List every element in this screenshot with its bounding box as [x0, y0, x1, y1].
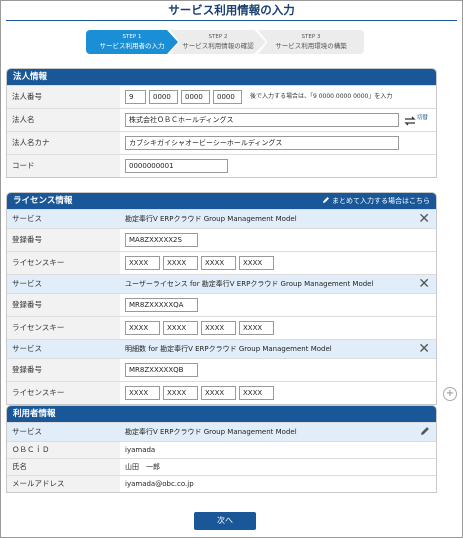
license-key-row-2: ライセンスキー XXXX XXXX XXXX XXXX: [7, 316, 436, 339]
license-reg-label: 登録番号: [12, 365, 42, 374]
license-key-3-2[interactable]: XXXX: [163, 386, 198, 400]
user-obcid-label: ＯＢＣｉＤ: [12, 445, 50, 454]
edit-pencil-icon[interactable]: [420, 426, 430, 436]
step-3: STEP 3 サービス利用環境の構築: [258, 30, 364, 54]
corp-number-note: 後で入力する場合は、「9 0000 0000 0000」を入力: [250, 93, 393, 100]
license-service-label: サービス: [12, 344, 42, 353]
license-service-name-2: ユーザーライセンス for 勘定奉行V ERPクラウド Group Manage…: [125, 280, 374, 288]
user-obcid-row: ＯＢＣｉＤ iyamada: [7, 441, 436, 458]
license-service-name-1: 勘定奉行V ERPクラウド Group Management Model: [125, 215, 297, 223]
title-divider: [6, 20, 457, 21]
bulk-entry-link[interactable]: まとめて入力する場合はこちら: [322, 193, 430, 209]
license-key-1-1[interactable]: XXXX: [125, 256, 160, 270]
user-service-label: サービス: [12, 427, 42, 436]
license-reg-input-3[interactable]: MR8ZXXXXXQB: [125, 363, 198, 377]
corp-name-input[interactable]: 株式会社ＯＢＣホールディングス: [125, 113, 399, 127]
swap-button[interactable]: 切替: [404, 113, 434, 129]
user-info-section: 利用者情報 サービス 勘定奉行V ERPクラウド Group Managemen…: [6, 405, 437, 493]
license-key-row-1: ライセンスキー XXXX XXXX XXXX XXXX: [7, 251, 436, 274]
license-service-label: サービス: [12, 214, 42, 223]
license-reg-input-2[interactable]: MR8ZXXXXXQA: [125, 298, 198, 312]
license-reg-row-2: 登録番号 MR8ZXXXXXQA: [7, 293, 436, 316]
user-email-row: メールアドレス iyamada@obc.co.jp: [7, 475, 436, 492]
corp-number-row: 法人番号 9 0000 0000 0000 後で入力する場合は、「9 0000 …: [7, 85, 436, 108]
swap-label: 切替: [417, 115, 429, 121]
swap-icon: [404, 116, 416, 126]
license-key-3-3[interactable]: XXXX: [201, 386, 236, 400]
remove-license-2-icon[interactable]: ✕: [418, 276, 430, 292]
user-service-row: サービス 勘定奉行V ERPクラウド Group Management Mode…: [7, 422, 436, 441]
license-service-row-1: サービス 勘定奉行V ERPクラウド Group Management Mode…: [7, 209, 436, 228]
step-3-label: サービス利用環境の構築: [275, 42, 347, 50]
license-reg-input-1[interactable]: MA8ZXXXXX2S: [125, 233, 198, 247]
corp-info-section: 法人情報 法人番号 9 0000 0000 0000 後で入力する場合は、「9 …: [6, 68, 437, 178]
step-indicator: STEP 1 サービス利用者の入力 STEP 2 サービス利用情報の確認 STE…: [86, 30, 364, 54]
license-key-2-1[interactable]: XXXX: [125, 321, 160, 335]
license-key-label: ライセンスキー: [12, 323, 65, 332]
corp-number-input-3[interactable]: 0000: [181, 90, 210, 104]
license-key-2-2[interactable]: XXXX: [163, 321, 198, 335]
user-email-value: iyamada@obc.co.jp: [125, 480, 194, 488]
license-service-row-2: サービス ユーザーライセンス for 勘定奉行V ERPクラウド Group M…: [7, 274, 436, 293]
user-email-label: メールアドレス: [12, 479, 65, 488]
license-key-2-4[interactable]: XXXX: [239, 321, 274, 335]
license-key-3-4[interactable]: XXXX: [239, 386, 274, 400]
license-key-label: ライセンスキー: [12, 388, 65, 397]
license-service-name-3: 明細数 for 勘定奉行V ERPクラウド Group Management M…: [125, 345, 332, 353]
corp-number-input-1[interactable]: 9: [125, 90, 146, 104]
next-button[interactable]: 次へ: [194, 512, 256, 530]
license-info-header: ライセンス情報 まとめて入力する場合はこちら: [7, 193, 436, 209]
user-obcid-value: iyamada: [125, 446, 156, 454]
remove-license-1-icon[interactable]: ✕: [418, 211, 430, 227]
license-info-title: ライセンス情報: [13, 196, 73, 206]
corp-number-label: 法人番号: [12, 92, 42, 101]
user-service-value: 勘定奉行V ERPクラウド Group Management Model: [125, 428, 297, 436]
user-name-value: 山田 一郎: [125, 463, 160, 471]
corp-kana-input[interactable]: カブシキガイシャオービーシーホールディングス: [125, 136, 399, 150]
corp-kana-row: 法人名カナ カブシキガイシャオービーシーホールディングス: [7, 131, 436, 154]
pencil-icon: [322, 197, 329, 203]
corp-kana-label: 法人名カナ: [12, 138, 50, 147]
user-name-row: 氏名 山田 一郎: [7, 458, 436, 475]
license-info-section: ライセンス情報 まとめて入力する場合はこちら サービス 勘定奉行V ERPクラウ…: [6, 192, 437, 405]
bulk-entry-label: まとめて入力する場合はこちら: [332, 197, 430, 205]
license-key-row-3: ライセンスキー XXXX XXXX XXXX XXXX: [7, 381, 436, 404]
corp-number-input-4[interactable]: 0000: [213, 90, 242, 104]
license-key-1-2[interactable]: XXXX: [163, 256, 198, 270]
corp-name-row: 法人名 株式会社ＯＢＣホールディングス 切替: [7, 108, 436, 131]
step-1: STEP 1 サービス利用者の入力: [86, 30, 178, 54]
corp-code-row: コード 0000000001: [7, 154, 436, 177]
license-key-1-4[interactable]: XXXX: [239, 256, 274, 270]
license-reg-row-3: 登録番号 MR8ZXXXXXQB: [7, 358, 436, 381]
step-2-number: STEP 2: [208, 34, 228, 40]
corp-number-input-2[interactable]: 0000: [149, 90, 178, 104]
license-reg-row-1: 登録番号 MA8ZXXXXX2S: [7, 228, 436, 251]
remove-license-3-icon[interactable]: ✕: [418, 341, 430, 357]
license-reg-label: 登録番号: [12, 235, 42, 244]
corp-name-label: 法人名: [12, 115, 35, 124]
license-key-3-1[interactable]: XXXX: [125, 386, 160, 400]
corp-code-label: コード: [12, 161, 35, 170]
license-service-label: サービス: [12, 279, 42, 288]
license-key-2-3[interactable]: XXXX: [201, 321, 236, 335]
user-info-header: 利用者情報: [7, 406, 436, 422]
step-2: STEP 2 サービス利用情報の確認: [170, 30, 266, 54]
step-2-label: サービス利用情報の確認: [182, 42, 254, 50]
step-3-number: STEP 3: [301, 34, 321, 40]
license-service-row-3: サービス 明細数 for 勘定奉行V ERPクラウド Group Managem…: [7, 339, 436, 358]
user-name-label: 氏名: [12, 462, 27, 471]
corp-code-input[interactable]: 0000000001: [125, 159, 228, 173]
step-1-label: サービス利用者の入力: [99, 42, 165, 50]
page-title: サービス利用情報の入力: [168, 3, 295, 17]
license-reg-label: 登録番号: [12, 300, 42, 309]
license-key-1-3[interactable]: XXXX: [201, 256, 236, 270]
corp-info-header: 法人情報: [7, 69, 436, 85]
add-row-icon[interactable]: +: [443, 387, 457, 401]
license-key-label: ライセンスキー: [12, 258, 65, 267]
step-1-number: STEP 1: [122, 34, 142, 40]
